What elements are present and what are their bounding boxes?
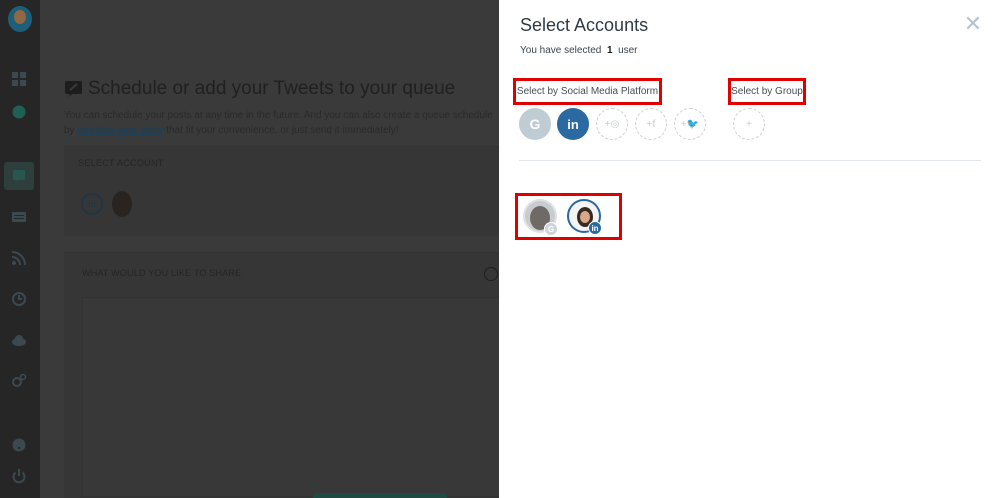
select-accounts-panel: Select Accounts ✕ You have selected 1 us…	[499, 0, 1000, 498]
dashboard-icon[interactable]	[10, 70, 28, 88]
linkedin-icon[interactable]: in	[81, 193, 103, 215]
compose-icon	[65, 81, 82, 97]
page-description: You can schedule your posts at any time …	[64, 110, 493, 136]
compose-icon[interactable]	[10, 167, 28, 185]
share-label: WHAT WOULD YOU LIKE TO SHARE	[82, 268, 242, 278]
add-twitter-button[interactable]: +🐦	[674, 108, 706, 140]
background-page: Schedule or add your Tweets to your queu…	[40, 0, 504, 498]
selected-count-text: You have selected 1 user	[520, 45, 638, 56]
select-by-group-label: Select by Group	[731, 86, 803, 97]
google-platform-button[interactable]: G	[519, 108, 551, 140]
left-sidebar	[0, 0, 40, 498]
history-icon[interactable]	[10, 290, 28, 308]
divider	[519, 160, 981, 161]
avatar[interactable]	[112, 191, 132, 217]
add-group-button[interactable]: +	[733, 108, 765, 140]
rss-icon[interactable]	[10, 249, 28, 267]
share-section: WHAT WOULD YOU LIKE TO SHARE	[64, 252, 504, 498]
google-badge-icon: G	[544, 222, 558, 236]
info-icon[interactable]	[10, 103, 28, 121]
select-by-platform-label: Select by Social Media Platform	[516, 86, 659, 97]
modal-title: Select Accounts	[520, 15, 649, 35]
select-account-label: SELECT ACCOUNT	[78, 158, 164, 168]
posts-icon[interactable]	[10, 208, 28, 226]
cloud-upload-icon[interactable]	[10, 331, 28, 349]
select-by-platform-tab[interactable]: Select by Social Media Platform	[513, 78, 662, 105]
avatar-face	[580, 211, 590, 223]
add-facebook-button[interactable]: +f	[635, 108, 667, 140]
settings-icon[interactable]	[10, 372, 28, 390]
page-title: Schedule or add your Tweets to your queu…	[88, 78, 456, 99]
select-account-section: SELECT ACCOUNT in	[64, 146, 504, 236]
posting-time-slots-link[interactable]: posting-time slots	[77, 125, 163, 136]
close-icon[interactable]: ✕	[963, 13, 983, 35]
emoji-icon[interactable]	[484, 267, 498, 281]
power-icon[interactable]	[10, 467, 28, 485]
linkedin-platform-button[interactable]: in	[557, 108, 589, 140]
page-header: Schedule or add your Tweets to your queu…	[64, 78, 455, 100]
add-instagram-button[interactable]: +◎	[596, 108, 628, 140]
select-by-group-tab[interactable]: Select by Group	[728, 78, 806, 105]
help-icon[interactable]	[10, 436, 28, 454]
submit-button[interactable]	[313, 493, 447, 498]
logo-icon[interactable]	[8, 6, 32, 32]
linkedin-badge-icon: in	[588, 221, 602, 235]
selected-count: 1	[606, 45, 613, 56]
post-text-area[interactable]	[82, 297, 502, 497]
